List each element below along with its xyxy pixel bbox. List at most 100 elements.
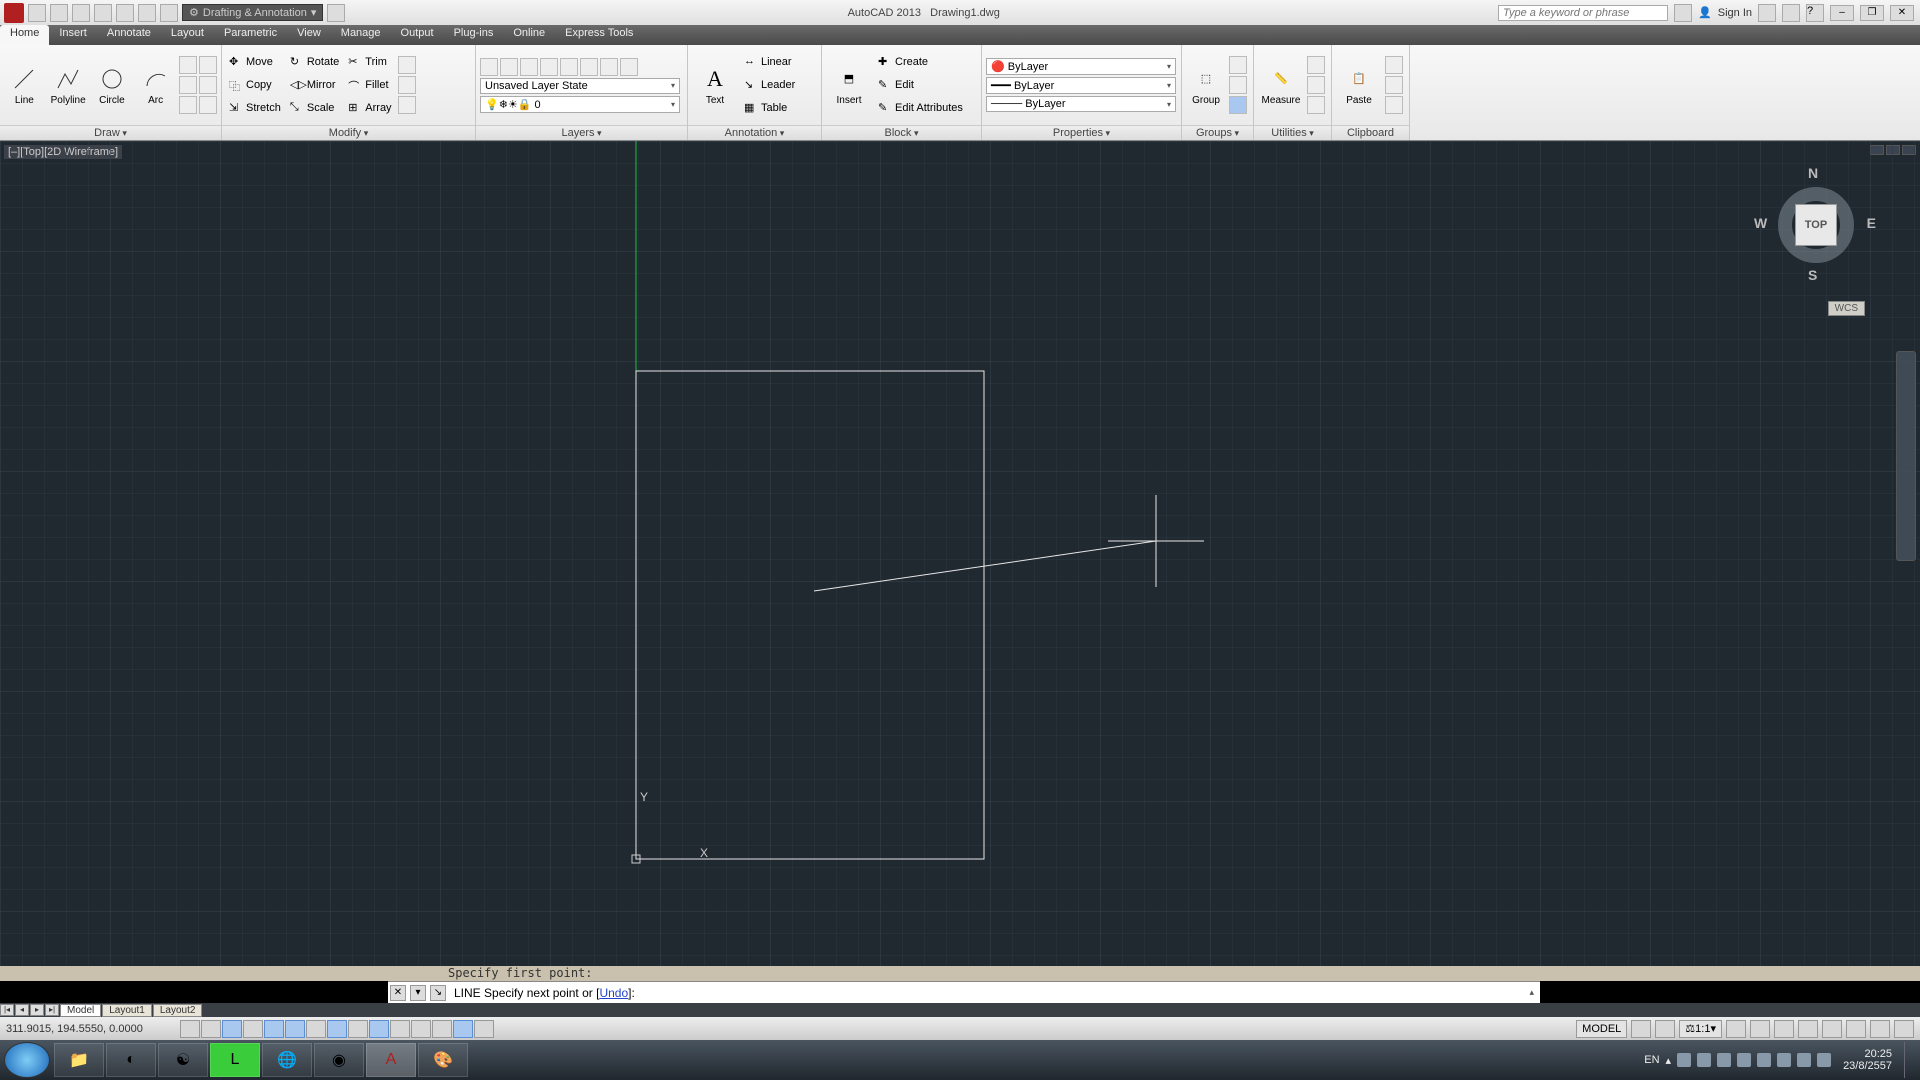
tray-lang[interactable]: EN [1644, 1054, 1659, 1066]
workspace-selector[interactable]: ⚙ Drafting & Annotation ▾ [182, 4, 323, 21]
linear-button[interactable]: ↔Linear [741, 52, 798, 73]
status-btn-i-icon[interactable] [1870, 1020, 1890, 1038]
qat-plot-icon[interactable] [116, 4, 134, 22]
toggle-ortho[interactable] [243, 1020, 263, 1038]
app-logo-icon[interactable] [4, 3, 24, 23]
layer-state-selector[interactable]: Unsaved Layer State▾ [480, 78, 680, 94]
status-annoscale[interactable]: ⚖ 1:1 ▾ [1679, 1020, 1722, 1038]
layout-nav-last[interactable]: ▸| [45, 1004, 59, 1016]
status-coordinates[interactable]: 311.9015, 194.5550, 0.0000 [0, 1023, 180, 1035]
draw-mini-5-icon[interactable] [179, 96, 197, 114]
layer-btn-7-icon[interactable] [600, 58, 618, 76]
util-mini-1-icon[interactable] [1307, 56, 1325, 74]
show-desktop-button[interactable] [1904, 1042, 1912, 1078]
draw-mini-6-icon[interactable] [199, 96, 217, 114]
array-button[interactable]: ⊞Array [345, 98, 394, 119]
status-btn-e-icon[interactable] [1774, 1020, 1794, 1038]
toggle-infer[interactable] [180, 1020, 200, 1038]
table-button[interactable]: ▦Table [741, 98, 798, 119]
panel-block-label[interactable]: Block [822, 125, 981, 140]
tab-view[interactable]: View [287, 25, 331, 45]
util-mini-2-icon[interactable] [1307, 76, 1325, 94]
panel-utilities-label[interactable]: Utilities [1254, 125, 1331, 140]
toggle-snap[interactable] [201, 1020, 221, 1038]
taskbar-paint-icon[interactable]: 🎨 [418, 1043, 468, 1077]
start-button[interactable] [4, 1042, 50, 1078]
tray-clock[interactable]: 20:25 23/8/2557 [1837, 1048, 1898, 1072]
layout-tab-layout2[interactable]: Layout2 [153, 1004, 203, 1017]
status-btn-g-icon[interactable] [1822, 1020, 1842, 1038]
toggle-otrack[interactable] [327, 1020, 347, 1038]
clip-mini-1-icon[interactable] [1385, 56, 1403, 74]
layer-btn-8-icon[interactable] [620, 58, 638, 76]
scale-button[interactable]: ⤡Scale [287, 98, 342, 119]
tray-icon-2[interactable] [1697, 1053, 1711, 1067]
tray-volume-icon[interactable] [1817, 1053, 1831, 1067]
panel-layers-label[interactable]: Layers [476, 125, 687, 140]
status-cleanscreen-icon[interactable] [1894, 1020, 1914, 1038]
cmd-recent-icon[interactable]: ▾ [410, 985, 426, 1001]
qat-saveas-icon[interactable] [94, 4, 112, 22]
search-input[interactable] [1498, 5, 1668, 21]
rotate-button[interactable]: ↻Rotate [287, 52, 342, 73]
taskbar-line-icon[interactable]: L [210, 1043, 260, 1077]
close-button[interactable]: ✕ [1890, 5, 1914, 21]
clip-mini-2-icon[interactable] [1385, 76, 1403, 94]
status-btn-b-icon[interactable] [1655, 1020, 1675, 1038]
toggle-grid[interactable] [222, 1020, 242, 1038]
trim-button[interactable]: ✂Trim [345, 52, 394, 73]
toggle-sc[interactable] [453, 1020, 473, 1038]
tab-manage[interactable]: Manage [331, 25, 391, 45]
draw-mini-4-icon[interactable] [199, 76, 217, 94]
help-icon[interactable]: ? [1806, 4, 1824, 22]
status-model[interactable]: MODEL [1576, 1020, 1627, 1038]
groups-mini-3-icon[interactable] [1229, 96, 1247, 114]
status-btn-a-icon[interactable] [1631, 1020, 1651, 1038]
editattr-button[interactable]: ✎Edit Attributes [875, 98, 966, 119]
tab-online[interactable]: Online [503, 25, 555, 45]
panel-groups-label[interactable]: Groups [1182, 125, 1253, 140]
leader-button[interactable]: ↘Leader [741, 75, 798, 96]
layout-nav-next[interactable]: ▸ [30, 1004, 44, 1016]
taskbar-steam-icon[interactable]: ◉ [314, 1043, 364, 1077]
qat-open-icon[interactable] [50, 4, 68, 22]
insert-button[interactable]: ⬒ Insert [826, 50, 872, 120]
status-btn-f-icon[interactable] [1798, 1020, 1818, 1038]
viewcube-e[interactable]: E [1867, 215, 1876, 231]
linetype-selector[interactable]: ──── ByLayer▾ [986, 96, 1176, 112]
edit-button[interactable]: ✎Edit [875, 75, 966, 96]
tab-layout[interactable]: Layout [161, 25, 214, 45]
groups-mini-2-icon[interactable] [1229, 76, 1247, 94]
tray-icon-1[interactable] [1677, 1053, 1691, 1067]
toggle-3dosnap[interactable] [306, 1020, 326, 1038]
group-button[interactable]: ⬚ Group [1186, 50, 1226, 120]
panel-properties-label[interactable]: Properties [982, 125, 1181, 140]
exchange-icon[interactable] [1758, 4, 1776, 22]
copy-button[interactable]: ⿻Copy [226, 75, 284, 96]
tab-output[interactable]: Output [391, 25, 444, 45]
restore-button[interactable]: ❐ [1860, 5, 1884, 21]
tray-icon-4[interactable] [1737, 1053, 1751, 1067]
toggle-ducs[interactable] [348, 1020, 368, 1038]
layer-btn-5-icon[interactable] [560, 58, 578, 76]
panel-modify-label[interactable]: Modify [222, 125, 475, 140]
qat-dropdown-icon[interactable] [327, 4, 345, 22]
infocenter-search-icon[interactable] [1674, 4, 1692, 22]
paste-button[interactable]: 📋 Paste [1336, 50, 1382, 120]
tray-icon-3[interactable] [1717, 1053, 1731, 1067]
fillet-button[interactable]: ⌒Fillet [345, 75, 394, 96]
text-button[interactable]: A Text [692, 50, 738, 120]
layer-btn-3-icon[interactable] [520, 58, 538, 76]
layer-btn-6-icon[interactable] [580, 58, 598, 76]
toggle-lwt[interactable] [390, 1020, 410, 1038]
status-btn-h-icon[interactable] [1846, 1020, 1866, 1038]
signin-link[interactable]: Sign In [1718, 7, 1752, 19]
qat-save-icon[interactable] [72, 4, 90, 22]
color-selector[interactable]: 🔴 ByLayer▾ [986, 58, 1176, 75]
qat-redo-icon[interactable] [160, 4, 178, 22]
arc-button[interactable]: Arc [135, 50, 176, 120]
stayconnected-icon[interactable] [1782, 4, 1800, 22]
groups-mini-1-icon[interactable] [1229, 56, 1247, 74]
status-btn-c-icon[interactable] [1726, 1020, 1746, 1038]
navigation-bar[interactable] [1896, 351, 1916, 561]
